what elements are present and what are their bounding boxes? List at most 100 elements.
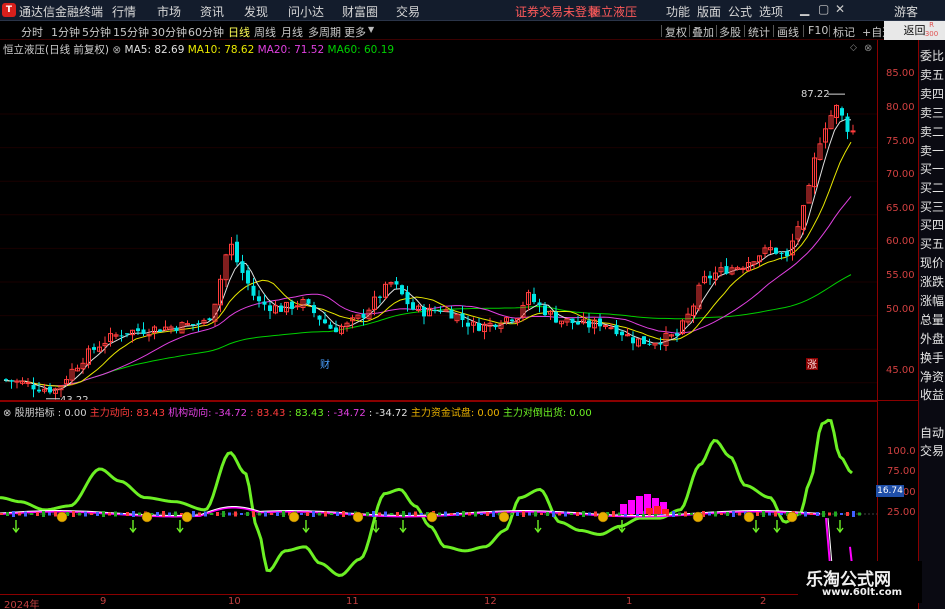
volume-bar — [774, 511, 777, 517]
volume-bar — [846, 512, 849, 516]
statistics-button[interactable]: 统计 — [748, 24, 770, 40]
volume-bar — [516, 512, 519, 516]
smiley-icon — [597, 511, 609, 523]
menu-market[interactable]: 市场 — [157, 3, 181, 20]
volume-bar — [510, 513, 513, 515]
dump-value: : 0.00 — [562, 408, 592, 419]
candle-body — [4, 379, 8, 381]
menu-function[interactable]: 功能 — [666, 3, 690, 20]
f10-button[interactable]: F10 — [808, 24, 828, 37]
candle-body — [9, 380, 14, 382]
period-5min[interactable]: 5分钟 — [82, 24, 111, 40]
legend-settings-icon[interactable]: ⊗ — [112, 44, 121, 56]
time-axis-label: 2024年 — [4, 600, 40, 609]
close-icon[interactable]: ✕ — [835, 2, 845, 16]
indicator-tick-label: 100.0 — [887, 446, 916, 457]
volume-bar — [738, 512, 741, 516]
candle-body — [25, 382, 31, 385]
period-multi[interactable]: 多周期 — [308, 24, 341, 40]
candle-body — [603, 325, 608, 328]
volume-bar — [408, 512, 411, 516]
volume-bar — [126, 512, 129, 516]
draw-line-button[interactable]: 画线 — [777, 24, 799, 40]
mark-button[interactable]: 标记 — [833, 24, 855, 40]
period-30min[interactable]: 30分钟 — [151, 24, 187, 40]
smiley-icon — [352, 511, 364, 523]
candle-body — [554, 311, 558, 323]
test-label: 主力资金试盘 — [410, 408, 471, 419]
candle-body — [774, 247, 778, 254]
axis-divider — [877, 40, 878, 594]
quote-field-19[interactable]: 自动 — [920, 424, 945, 441]
toolbar-divider — [716, 25, 717, 37]
candle-body — [675, 333, 679, 336]
indicator-tick-label: 25.00 — [887, 507, 916, 518]
quote-field-20[interactable]: 交易 — [920, 442, 945, 459]
indicator-chart[interactable] — [0, 402, 877, 594]
indicator-panel[interactable]: ⊗ 殷朋指标 : 0.00 主力动向: 83.43 机构动向: -34.72 :… — [0, 401, 877, 593]
period-1min[interactable]: 1分钟 — [51, 24, 80, 40]
chart-settings-icon[interactable]: ◇ — [850, 43, 857, 53]
volume-bar — [468, 512, 471, 516]
volume-bar — [348, 512, 351, 516]
menu-wealth-circle[interactable]: 财富圈 — [342, 3, 378, 20]
period-more[interactable]: 更多 — [344, 24, 366, 40]
period-15min[interactable]: 15分钟 — [113, 24, 149, 40]
indicator-v0: : 0.00 — [57, 408, 87, 419]
volume-bar — [210, 513, 213, 515]
toolbar-divider — [773, 25, 774, 37]
menu-quotes[interactable]: 行情 — [112, 3, 136, 20]
quote-field-11: 现价 — [920, 256, 945, 270]
period-intraday[interactable]: 分时 — [21, 24, 43, 40]
menu-ask-xiaoda[interactable]: 问小达 — [288, 3, 324, 20]
time-axis-label: 9 — [100, 596, 107, 607]
period-monthly[interactable]: 月线 — [281, 24, 303, 40]
volume-bar — [192, 511, 195, 517]
maximize-icon[interactable]: ▢ — [818, 2, 829, 16]
period-weekly[interactable]: 周线 — [254, 24, 276, 40]
volume-bar — [90, 513, 93, 515]
menu-options[interactable]: 选项 — [759, 3, 783, 20]
menu-trade[interactable]: 交易 — [396, 3, 420, 20]
trade-login-warning[interactable]: 证券交易未登录 — [515, 3, 599, 20]
quote-field-15: 外盘 — [920, 332, 945, 346]
period-daily[interactable]: 日线 — [228, 24, 250, 40]
multi-stock-button[interactable]: 多股 — [719, 24, 741, 40]
volume-bar — [282, 511, 285, 517]
candle-body — [394, 281, 399, 285]
volume-bar — [96, 512, 99, 516]
candle-body — [207, 318, 212, 321]
minimize-icon[interactable]: ▁ — [800, 2, 809, 16]
volume-bar — [156, 512, 159, 516]
volume-bar — [102, 511, 105, 517]
candle-body — [31, 384, 36, 390]
volume-bar — [558, 512, 561, 516]
volume-bar — [570, 513, 573, 515]
candle-body — [125, 333, 129, 335]
candle-body — [257, 296, 261, 302]
volume-bar — [420, 513, 423, 515]
time-axis: 2024年 9 10 11 12 1 2 — [0, 594, 877, 609]
period-60min[interactable]: 60分钟 — [188, 24, 224, 40]
time-axis-label: 2 — [760, 596, 767, 607]
menu-news[interactable]: 资讯 — [200, 3, 224, 20]
candle-body — [477, 322, 481, 331]
smiley-icon — [141, 511, 153, 523]
volume-bar — [564, 511, 567, 517]
chart-close-icon[interactable]: ⊗ — [864, 43, 872, 54]
volume-bar — [780, 513, 783, 515]
chevron-down-icon[interactable]: ▼ — [368, 25, 374, 34]
candle-body — [620, 331, 624, 336]
candle-body — [708, 275, 712, 279]
indicator-settings-icon[interactable]: ⊗ — [3, 408, 11, 419]
adjust-button[interactable]: 复权 — [665, 24, 687, 40]
price-tick-label: 45.00 — [886, 365, 915, 376]
menu-discover[interactable]: 发现 — [244, 3, 268, 20]
candle-body — [235, 241, 239, 263]
kline-chart[interactable]: 87.2243.22财涨 — [0, 40, 877, 400]
menu-layout[interactable]: 版面 — [697, 3, 721, 20]
menu-formula[interactable]: 公式 — [728, 3, 752, 20]
overlay-button[interactable]: 叠加 — [692, 24, 714, 40]
kline-panel[interactable]: 87.2243.22财涨 恒立液压(日线 前复权) ⊗ MA5: 82.69 M… — [0, 40, 877, 400]
guest-label[interactable]: 游客 — [894, 3, 918, 20]
